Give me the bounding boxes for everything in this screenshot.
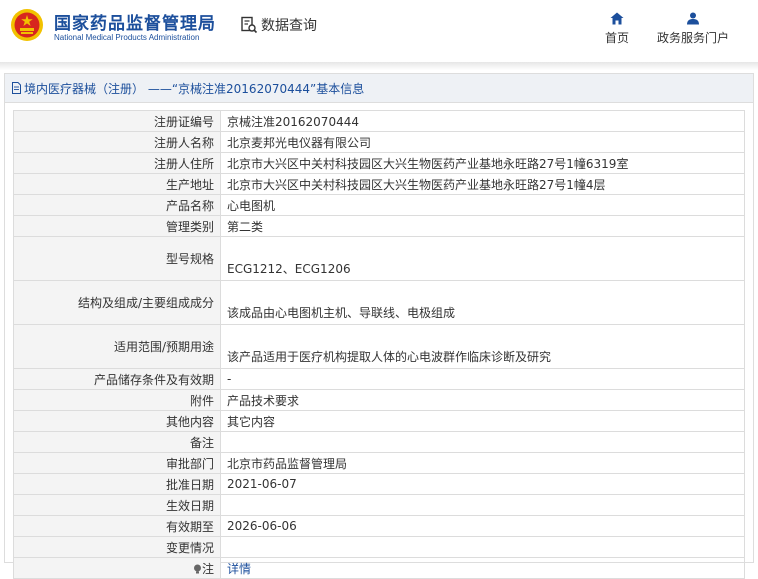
row-label: 产品储存条件及有效期	[13, 368, 221, 390]
details-link[interactable]: 详情	[227, 562, 251, 576]
data-query-link[interactable]: 数据查询	[240, 15, 317, 35]
document-search-icon	[241, 16, 258, 34]
panel-title: 境内医疗器械（注册） ——“京械注准20162070444”基本信息	[24, 81, 365, 96]
panel-header: 境内医疗器械（注册） ——“京械注准20162070444”基本信息	[5, 74, 753, 103]
row-value	[220, 494, 745, 516]
table-row: 审批部门 北京市药品监督管理局	[13, 452, 745, 474]
row-value: 京械注准20162070444	[220, 110, 745, 132]
nav-home[interactable]: 首页	[599, 12, 635, 46]
row-value: 该成品由心电图机主机、导联线、电极组成	[220, 280, 745, 325]
row-label: 备注	[13, 431, 221, 453]
national-emblem-logo[interactable]	[10, 8, 44, 42]
table-row: 产品储存条件及有效期 -	[13, 368, 745, 390]
site-header: 国家药品监督管理局 National Medical Products Admi…	[0, 0, 758, 60]
table-row: 结构及组成/主要组成成分 该成品由心电图机主机、导联线、电极组成	[13, 280, 745, 325]
row-value: 2026-06-06	[220, 515, 745, 537]
user-icon	[687, 12, 699, 25]
detail-table: 注册证编号 京械注准20162070444 注册人名称 北京麦邦光电仪器有限公司 注…	[13, 110, 745, 579]
row-label: 产品名称	[13, 194, 221, 216]
nav-service-portal[interactable]: 政务服务门户	[651, 12, 735, 46]
row-label: 有效期至	[13, 515, 221, 537]
row-label: 批准日期	[13, 473, 221, 495]
table-row: 注 详情	[13, 557, 745, 579]
row-value: 该产品适用于医疗机构提取人体的心电波群作临床诊断及研究	[220, 324, 745, 369]
table-row: 附件 产品技术要求	[13, 389, 745, 411]
row-label: 注册证编号	[13, 110, 221, 132]
row-label: 结构及组成/主要组成成分	[13, 280, 221, 325]
table-row: 其他内容 其它内容	[13, 410, 745, 432]
row-label: 生产地址	[13, 173, 221, 195]
table-row: 型号规格 ECG1212、ECG1206	[13, 236, 745, 281]
row-value: 第二类	[220, 215, 745, 237]
row-value: 北京麦邦光电仪器有限公司	[220, 131, 745, 153]
row-label: 其他内容	[13, 410, 221, 432]
row-label: 审批部门	[13, 452, 221, 474]
row-label: 管理类别	[13, 215, 221, 237]
row-value: 北京市大兴区中关村科技园区大兴生物医药产业基地永旺路27号1幢6319室	[220, 152, 745, 174]
row-value-note: 详情	[220, 557, 745, 579]
row-label: 附件	[13, 389, 221, 411]
detail-panel: 境内医疗器械（注册） ——“京械注准20162070444”基本信息 注册证编号…	[4, 73, 754, 579]
row-value: 北京市大兴区中关村科技园区大兴生物医药产业基地永旺路27号1幢4层	[220, 173, 745, 195]
row-value: 北京市药品监督管理局	[220, 452, 745, 474]
row-label: 生效日期	[13, 494, 221, 516]
row-label: 型号规格	[13, 236, 221, 281]
row-value: -	[220, 368, 745, 390]
row-value	[220, 431, 745, 453]
nav-portal-label: 政务服务门户	[656, 31, 729, 45]
table-row: 产品名称 心电图机	[13, 194, 745, 216]
table-row: 管理类别 第二类	[13, 215, 745, 237]
table-row: 生产地址 北京市大兴区中关村科技园区大兴生物医药产业基地永旺路27号1幢4层	[13, 173, 745, 195]
row-value	[220, 536, 745, 558]
row-label-note: 注	[13, 557, 221, 579]
table-row: 注册人住所 北京市大兴区中关村科技园区大兴生物医药产业基地永旺路27号1幢6319…	[13, 152, 745, 174]
table-row: 生效日期	[13, 494, 745, 516]
nav-home-label: 首页	[604, 31, 629, 45]
row-label: 适用范围/预期用途	[13, 324, 221, 369]
table-row: 批准日期 2021-06-07	[13, 473, 745, 495]
row-value: 2021-06-07	[220, 473, 745, 495]
table-row: 有效期至 2026-06-06	[13, 515, 745, 537]
site-title-cn[interactable]: 国家药品监督管理局	[54, 9, 216, 34]
table-row: 适用范围/预期用途 该产品适用于医疗机构提取人体的心电波群作临床诊断及研究	[13, 324, 745, 369]
row-value: ECG1212、ECG1206	[220, 236, 745, 281]
row-label: 变更情况	[13, 536, 221, 558]
row-label: 注册人住所	[13, 152, 221, 174]
document-icon	[12, 82, 21, 94]
header-shadow	[0, 62, 758, 70]
home-icon	[610, 12, 624, 25]
row-label: 注册人名称	[13, 131, 221, 153]
row-value: 其它内容	[220, 410, 745, 432]
site-title-en[interactable]: National Medical Products Administration	[54, 33, 199, 42]
bulb-icon	[193, 564, 201, 573]
table-row: 注册人名称 北京麦邦光电仪器有限公司	[13, 131, 745, 153]
row-value: 心电图机	[220, 194, 745, 216]
table-row: 注册证编号 京械注准20162070444	[13, 110, 745, 132]
table-row: 变更情况	[13, 536, 745, 558]
note-label: 注	[201, 561, 214, 576]
row-value: 产品技术要求	[220, 389, 745, 411]
data-query-label: 数据查询	[261, 18, 317, 34]
table-row: 备注	[13, 431, 745, 453]
